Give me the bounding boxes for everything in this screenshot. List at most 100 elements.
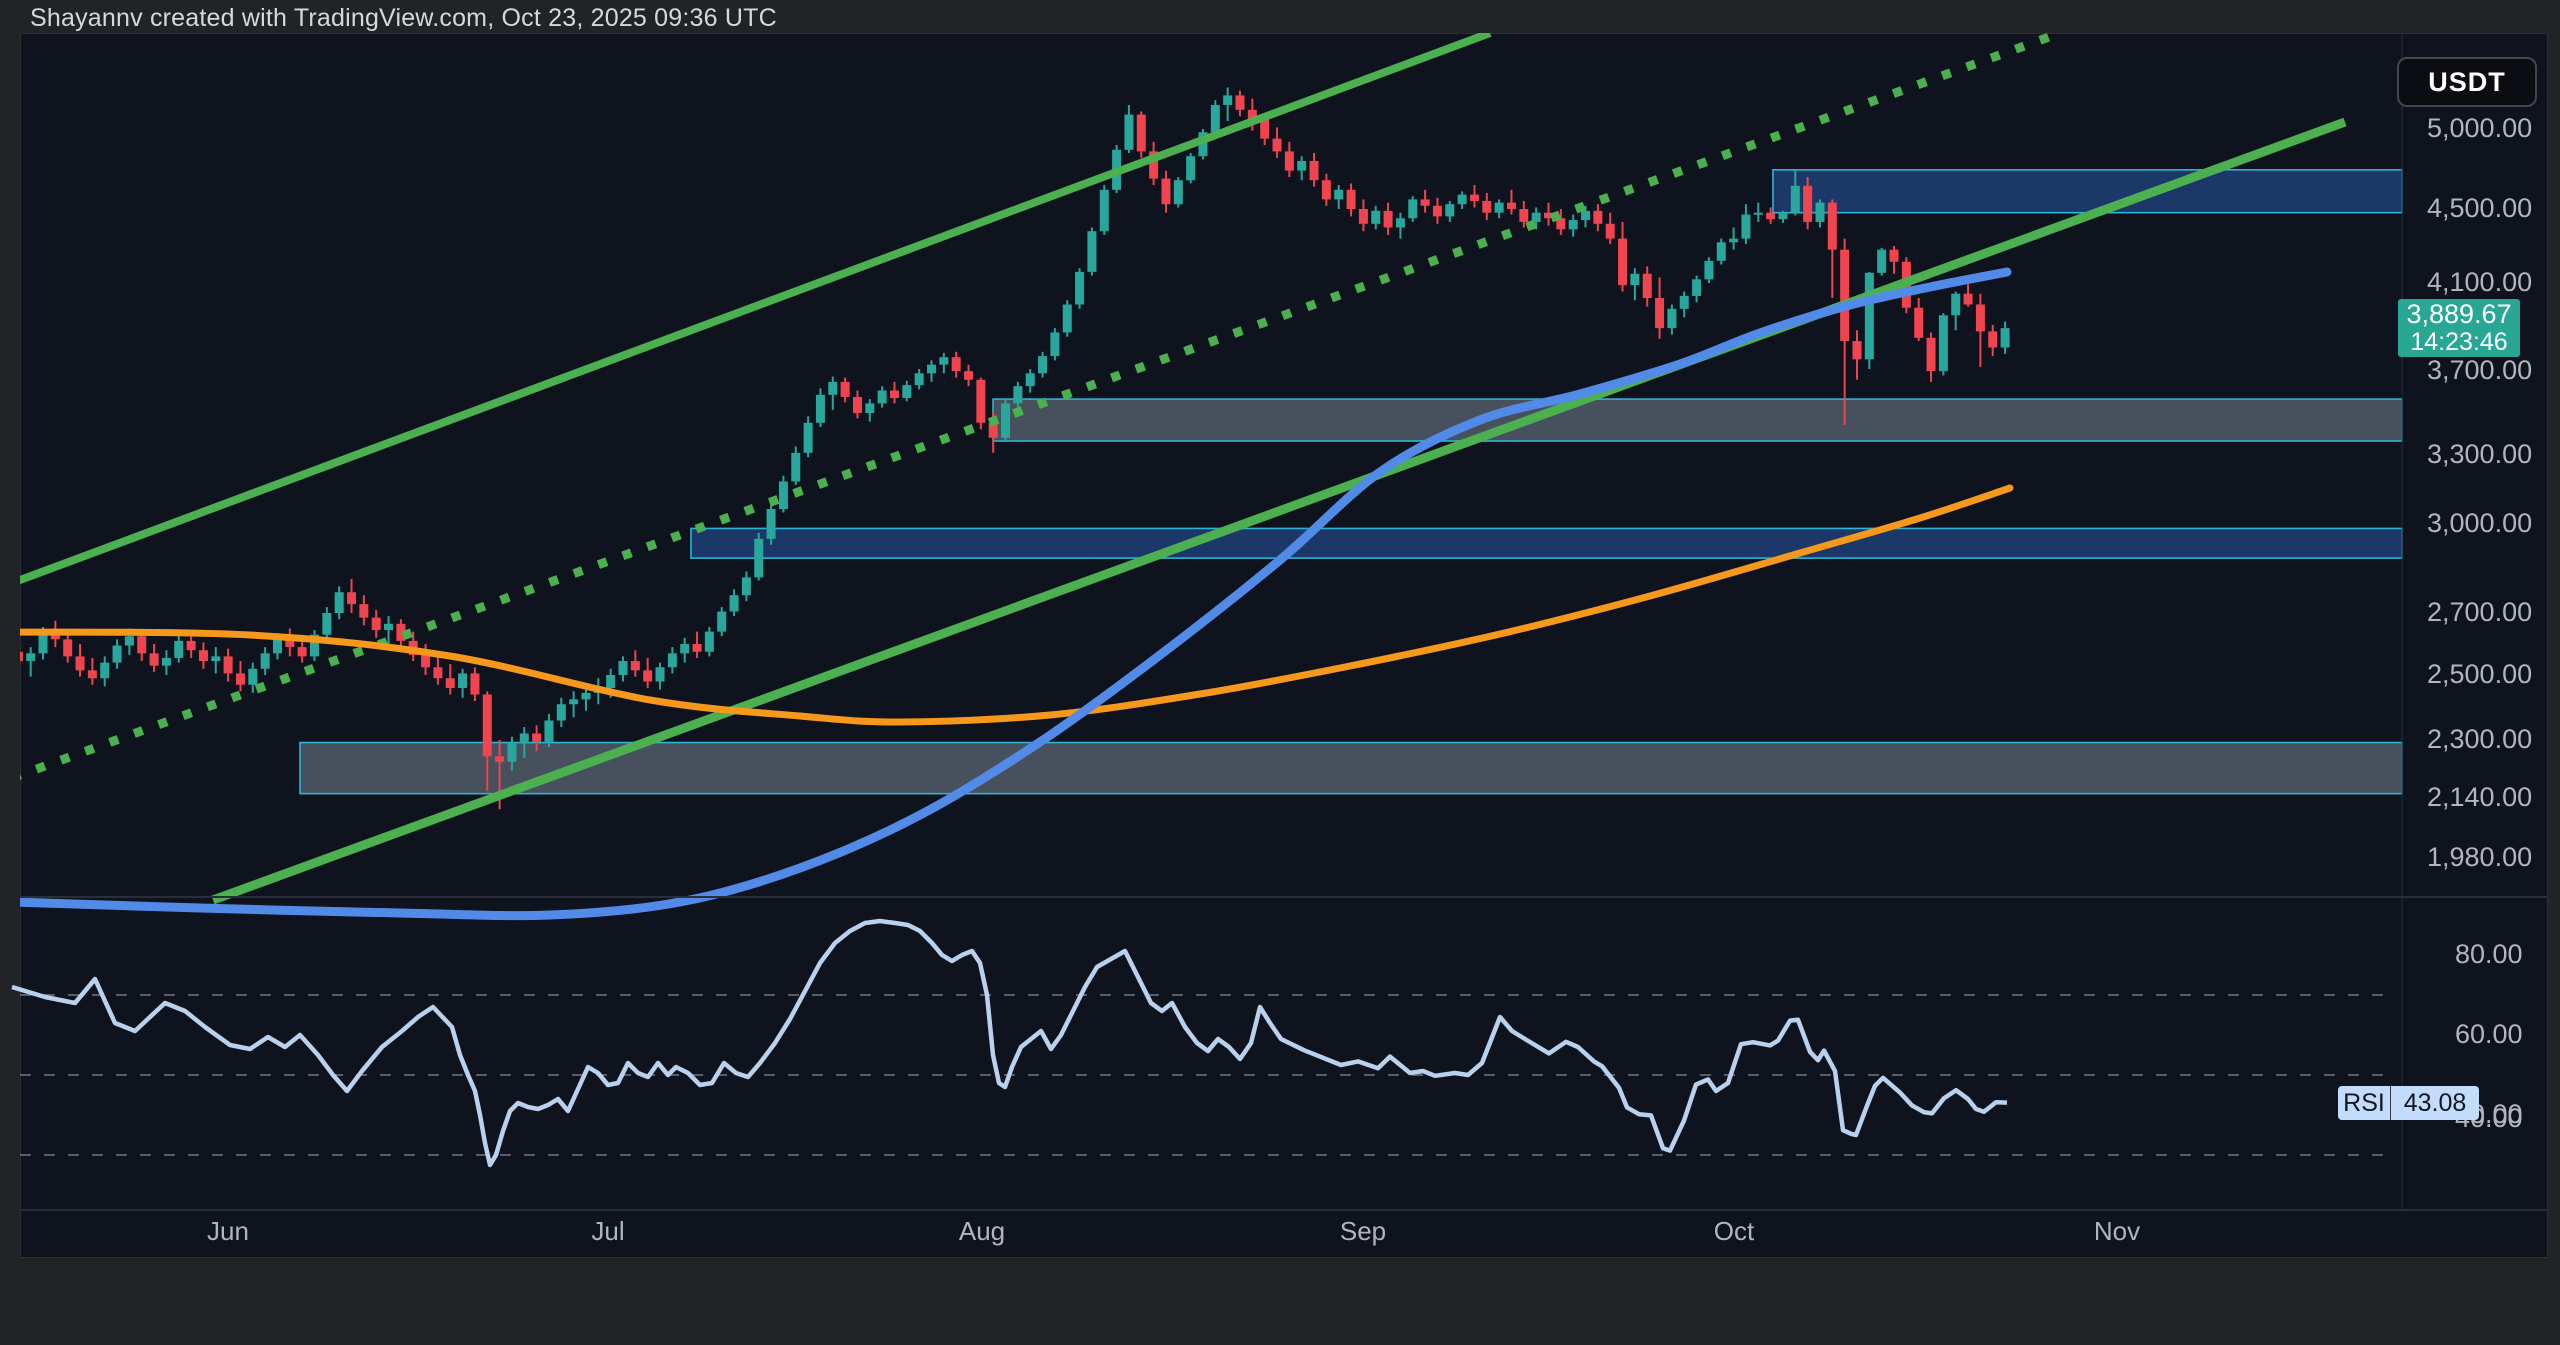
candle-body bbox=[1692, 279, 1701, 296]
plot-group bbox=[12, 33, 2402, 916]
candle-body bbox=[619, 661, 628, 675]
rsi-axis-label: 80.00 bbox=[2455, 939, 2523, 970]
candle-body bbox=[1840, 250, 1849, 341]
chart-canvas[interactable] bbox=[0, 0, 2560, 1345]
candle-body bbox=[693, 644, 702, 652]
candle-body bbox=[668, 653, 677, 667]
candle-body bbox=[1026, 373, 1035, 386]
candle-body bbox=[1853, 341, 1862, 359]
candle-body bbox=[1803, 186, 1812, 222]
candle-body bbox=[1581, 211, 1590, 220]
candle-body bbox=[199, 650, 208, 661]
candle-body bbox=[1569, 220, 1578, 229]
rsi-badge[interactable]: RSI 43.08 bbox=[2338, 1086, 2479, 1120]
candle-body bbox=[532, 734, 541, 742]
price-axis-label: 5,000.00 bbox=[2427, 113, 2532, 144]
candle-body bbox=[433, 667, 442, 678]
candle-body bbox=[927, 365, 936, 374]
candle-body bbox=[1408, 199, 1417, 218]
candle-body bbox=[952, 357, 961, 371]
candle-body bbox=[1704, 261, 1713, 280]
candle-body bbox=[1384, 211, 1393, 228]
candle-body bbox=[174, 641, 183, 658]
candle-body bbox=[298, 647, 307, 656]
candle-body bbox=[2001, 328, 2010, 347]
candle-body bbox=[236, 673, 245, 684]
candle-body bbox=[1667, 309, 1676, 328]
time-axis-label-jul: Jul bbox=[591, 1216, 624, 1247]
candle-body bbox=[544, 721, 553, 742]
candle-body bbox=[224, 656, 233, 673]
candle-body bbox=[1297, 161, 1306, 171]
candle-body bbox=[1482, 201, 1491, 213]
bar-countdown: 14:23:46 bbox=[2410, 329, 2507, 356]
candle-body bbox=[964, 371, 973, 380]
candle-body bbox=[865, 403, 874, 413]
last-price-value: 3,889.67 bbox=[2406, 300, 2511, 329]
zone-support-2885-2985 bbox=[691, 528, 2402, 558]
candle-body bbox=[335, 592, 344, 613]
candle-body bbox=[1458, 195, 1467, 205]
candle-body bbox=[581, 693, 590, 700]
candle-body bbox=[1433, 206, 1442, 217]
candle-body bbox=[680, 644, 689, 653]
time-axis-label-jun: Jun bbox=[207, 1216, 249, 1247]
candle-body bbox=[1890, 250, 1899, 262]
price-axis-label: 4,100.00 bbox=[2427, 267, 2532, 298]
candle-body bbox=[1865, 273, 1874, 360]
candle-body bbox=[1137, 115, 1146, 152]
candle-body bbox=[557, 704, 566, 720]
candle-body bbox=[372, 618, 381, 630]
candle-body bbox=[705, 632, 714, 652]
candle-body bbox=[1717, 242, 1726, 260]
candle-body bbox=[779, 481, 788, 509]
candle-body bbox=[76, 656, 85, 670]
candle-body bbox=[1828, 203, 1837, 250]
candle-body bbox=[359, 604, 368, 618]
price-axis-label: 3,000.00 bbox=[2427, 508, 2532, 539]
candle-body bbox=[1186, 156, 1195, 180]
candle-body bbox=[322, 613, 331, 635]
candle-body bbox=[1815, 203, 1824, 222]
candle-body bbox=[1606, 224, 1615, 239]
candle-body bbox=[1914, 308, 1923, 338]
candle-body bbox=[1050, 332, 1059, 356]
candle-body bbox=[1273, 139, 1282, 152]
candle-body bbox=[187, 641, 196, 650]
candle-body bbox=[742, 577, 751, 595]
candle-body bbox=[730, 595, 739, 611]
candle-body bbox=[915, 373, 924, 385]
candle-body bbox=[976, 380, 985, 423]
candle-body bbox=[1507, 203, 1516, 209]
candle-body bbox=[816, 395, 825, 423]
rsi-line bbox=[12, 921, 2007, 1165]
candle-body bbox=[656, 667, 665, 681]
price-axis-label-3700: 3,700.00 bbox=[2427, 355, 2532, 386]
candle-body bbox=[1680, 296, 1689, 309]
candle-body bbox=[347, 592, 356, 604]
candle-body bbox=[137, 636, 146, 653]
candle-body bbox=[1618, 239, 1627, 286]
quote-currency-badge[interactable]: USDT bbox=[2397, 57, 2537, 107]
candle-body bbox=[1927, 338, 1936, 371]
upper-channel-line bbox=[12, 33, 1490, 583]
candle-body bbox=[1470, 195, 1479, 201]
candle-body bbox=[1001, 403, 1010, 437]
candle-body bbox=[150, 653, 159, 665]
candle-body bbox=[507, 744, 516, 762]
candle-body bbox=[853, 397, 862, 413]
candle-body bbox=[421, 655, 430, 667]
candle-body bbox=[1310, 161, 1319, 180]
rsi-axis-label: 60.00 bbox=[2455, 1019, 2523, 1050]
candle-body bbox=[446, 678, 455, 688]
candle-body bbox=[1396, 218, 1405, 227]
rsi-badge-value: 43.08 bbox=[2391, 1086, 2479, 1120]
last-price-badge: 3,889.67 14:23:46 bbox=[2398, 299, 2520, 357]
candle-body bbox=[1347, 190, 1356, 209]
candle-body bbox=[1766, 213, 1775, 219]
candle-body bbox=[1013, 386, 1022, 403]
price-axis-label: 4,500.00 bbox=[2427, 193, 2532, 224]
candle-body bbox=[1741, 215, 1750, 239]
candle-body bbox=[1877, 250, 1886, 273]
price-axis-label: 2,700.00 bbox=[2427, 597, 2532, 628]
